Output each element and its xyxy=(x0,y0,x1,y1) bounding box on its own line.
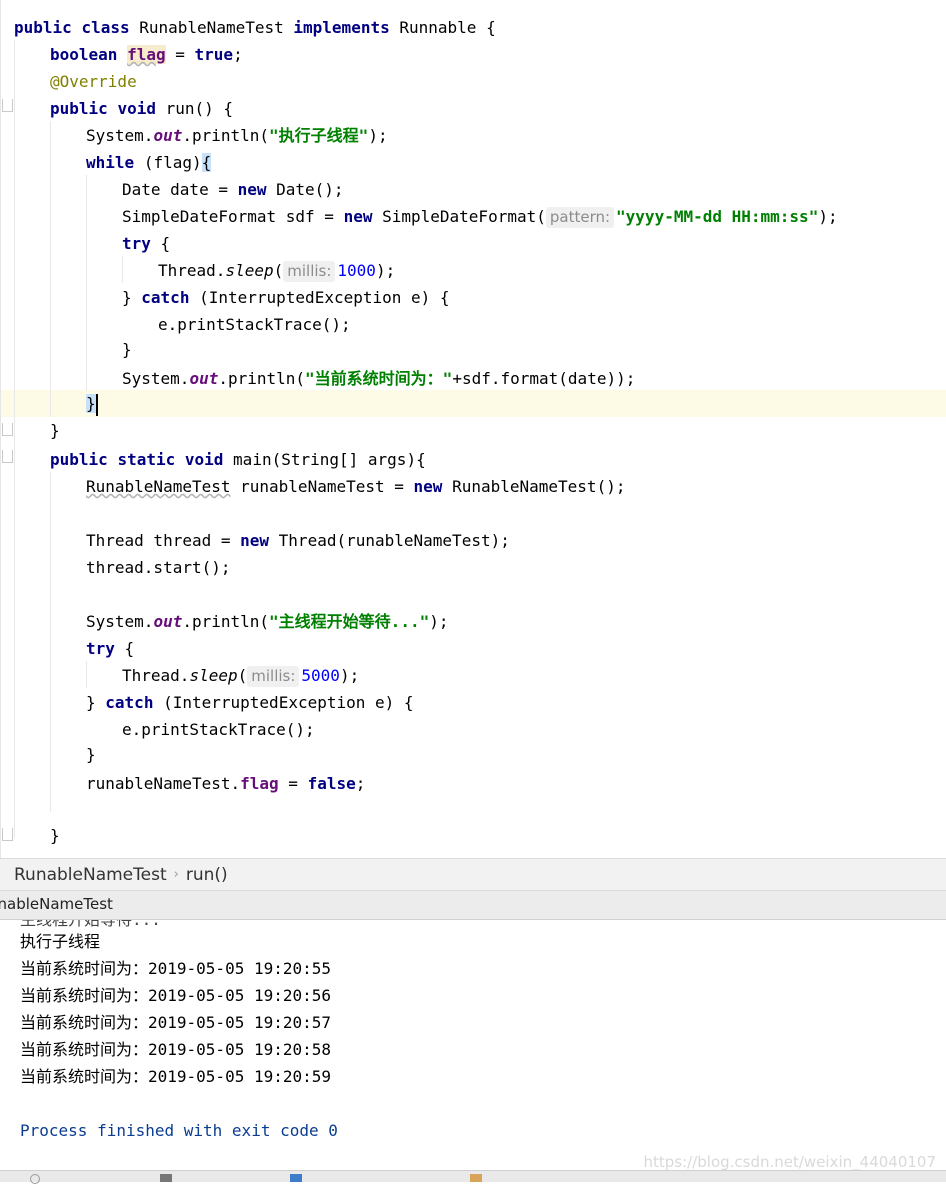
code-line-16: } xyxy=(50,421,60,440)
code-line-31: } xyxy=(50,826,60,845)
code-line-28: } xyxy=(86,745,96,764)
console-line: 执行子线程 xyxy=(20,932,101,951)
code-line-9: try { xyxy=(122,234,171,253)
code-line-17: public static void main(String[] args){ xyxy=(50,450,426,469)
breadcrumb-separator: › xyxy=(173,867,179,882)
console-line: 当前系统时间为：2019-05-05 19:20:55 xyxy=(20,959,332,978)
console-line: 当前系统时间为：2019-05-05 19:20:56 xyxy=(20,986,332,1005)
code-line-14: System.out.println("当前系统时间为："+sdf.format… xyxy=(122,369,636,388)
bottom-toolbar xyxy=(0,1170,946,1184)
console-line: 当前系统时间为：2019-05-05 19:20:59 xyxy=(20,1067,332,1086)
parameter-hint: millis: xyxy=(247,666,300,687)
code-line-18: RunableNameTest runableNameTest = new Ru… xyxy=(86,477,626,496)
code-line-11: } catch (InterruptedException e) { xyxy=(122,288,450,307)
code-line-10: Thread.sleep(millis: 1000); xyxy=(158,261,396,282)
caret-row-highlight xyxy=(1,390,946,417)
fold-marker[interactable] xyxy=(2,450,13,463)
breadcrumb: RunableNameTest › run() xyxy=(0,858,946,891)
watermark: https://blog.csdn.net/weixin_44040107 xyxy=(643,1153,936,1171)
code-line-15: } xyxy=(86,390,98,417)
matched-brace: } xyxy=(86,394,96,413)
indent-guide xyxy=(50,472,51,812)
code-line-24: try { xyxy=(86,639,135,658)
parameter-hint: millis: xyxy=(283,261,336,282)
code-line-3: @Override xyxy=(50,72,137,91)
code-line-23: System.out.println("主线程开始等待..."); xyxy=(86,612,449,631)
run-tab-label: unableNameTest xyxy=(0,895,113,913)
parameter-hint: pattern: xyxy=(545,207,615,228)
console-line: 当前系统时间为：2019-05-05 19:20:58 xyxy=(20,1040,332,1059)
breadcrumb-method[interactable]: run() xyxy=(186,865,228,885)
code-line-4: public void run() { xyxy=(50,99,234,118)
console-exit-message: Process finished with exit code 0 xyxy=(20,1121,338,1140)
indent-guide xyxy=(86,661,87,688)
code-editor[interactable]: public class RunableNameTest implements … xyxy=(0,0,946,858)
settings-icon[interactable] xyxy=(30,1174,40,1184)
fold-marker[interactable] xyxy=(2,423,13,436)
code-line-21: thread.start(); xyxy=(86,558,231,577)
text-cursor xyxy=(95,393,98,416)
code-line-2: boolean flag = true; xyxy=(50,45,243,64)
code-line-5: System.out.println("执行子线程"); xyxy=(86,126,388,145)
run-console[interactable]: 主线程开始等待... 执行子线程 当前系统时间为：2019-05-05 19:2… xyxy=(0,920,946,1170)
code-line-25: Thread.sleep(millis: 5000); xyxy=(122,666,360,687)
code-line-6: while (flag){ xyxy=(86,153,212,172)
code-line-1: public class RunableNameTest implements … xyxy=(14,18,496,37)
breadcrumb-class[interactable]: RunableNameTest xyxy=(14,865,167,885)
code-line-27: e.printStackTrace(); xyxy=(122,720,315,739)
indent-guide xyxy=(122,256,123,283)
code-line-26: } catch (InterruptedException e) { xyxy=(86,693,414,712)
fold-marker[interactable] xyxy=(2,99,13,112)
fold-marker[interactable] xyxy=(2,828,13,841)
code-line-8: SimpleDateFormat sdf = new SimpleDateFor… xyxy=(122,207,838,228)
code-line-7: Date date = new Date(); xyxy=(122,180,344,199)
console-line: 当前系统时间为：2019-05-05 19:20:57 xyxy=(20,1013,332,1032)
run-tab[interactable]: unableNameTest xyxy=(0,891,946,920)
code-line-29: runableNameTest.flag = false; xyxy=(86,774,366,793)
indent-guide xyxy=(50,121,51,417)
indent-guide xyxy=(14,40,15,838)
code-line-12: e.printStackTrace(); xyxy=(158,315,351,334)
indent-guide xyxy=(86,175,87,391)
code-line-13: } xyxy=(122,340,132,359)
code-line-20: Thread thread = new Thread(runableNameTe… xyxy=(86,531,510,550)
